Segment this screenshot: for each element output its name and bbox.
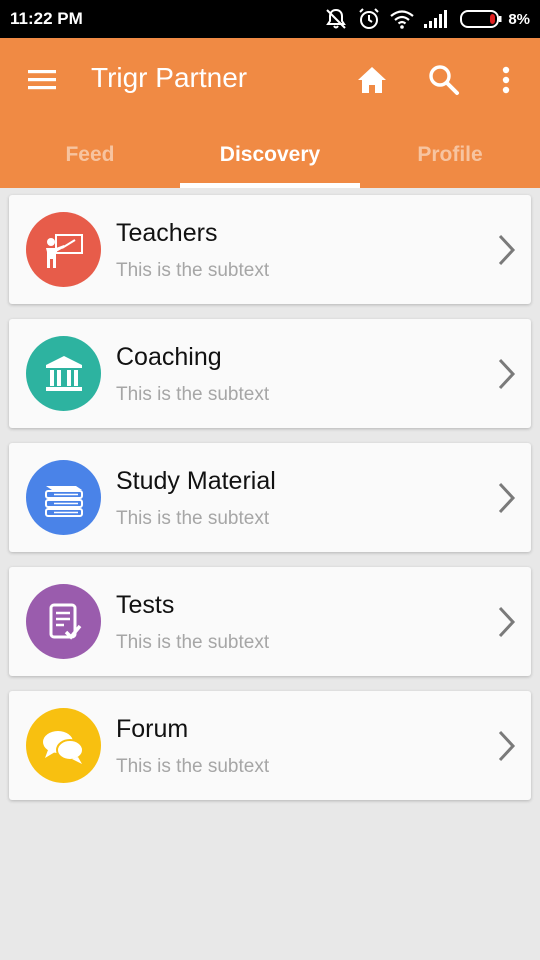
list-item-teachers[interactable]: Teachers This is the subtext <box>9 195 531 304</box>
battery-icon <box>460 10 502 28</box>
more-options-button[interactable] <box>494 62 518 98</box>
app-title: Trigr Partner <box>91 62 248 93</box>
list-item-coaching[interactable]: Coaching This is the subtext <box>9 319 531 428</box>
status-icons: 8% <box>324 6 530 32</box>
app-bar: Trigr Partner Feed Discovery Profile <box>0 38 540 188</box>
wifi-icon <box>390 9 415 29</box>
item-subtitle: This is the subtext <box>116 632 270 653</box>
menu-button[interactable] <box>26 66 58 94</box>
home-button[interactable] <box>354 62 390 98</box>
item-title: Coaching <box>116 343 222 371</box>
hamburger-menu-icon <box>28 70 56 90</box>
mute-icon <box>324 8 348 30</box>
chevron-right-icon <box>498 482 516 514</box>
books-icon <box>26 460 101 535</box>
item-title: Study Material <box>116 467 276 495</box>
tab-profile[interactable]: Profile <box>360 130 540 188</box>
chevron-right-icon <box>498 234 516 266</box>
chevron-right-icon <box>498 730 516 762</box>
item-title: Teachers <box>116 219 218 247</box>
chat-bubbles-icon <box>26 708 101 783</box>
institution-icon <box>26 336 101 411</box>
item-subtitle: This is the subtext <box>116 260 270 281</box>
chevron-right-icon <box>498 358 516 390</box>
list-item-forum[interactable]: Forum This is the subtext <box>9 691 531 800</box>
item-subtitle: This is the subtext <box>116 384 270 405</box>
search-icon <box>429 65 459 95</box>
discovery-list: Teachers This is the subtext Coaching Th… <box>9 195 531 815</box>
more-vert-icon <box>502 66 510 94</box>
search-button[interactable] <box>426 62 462 98</box>
battery-percent: 8% <box>508 10 530 28</box>
test-sheet-icon <box>26 584 101 659</box>
tab-discovery[interactable]: Discovery <box>180 130 360 188</box>
tab-feed[interactable]: Feed <box>0 130 180 188</box>
list-item-tests[interactable]: Tests This is the subtext <box>9 567 531 676</box>
teacher-board-icon <box>26 212 101 287</box>
status-bar: 11:22 PM 8% <box>0 0 540 38</box>
item-subtitle: This is the subtext <box>116 508 270 529</box>
signal-icon <box>424 10 450 28</box>
item-subtitle: This is the subtext <box>116 756 270 777</box>
alarm-icon <box>358 8 380 30</box>
list-item-study-material[interactable]: Study Material This is the subtext <box>9 443 531 552</box>
status-time: 11:22 PM <box>10 9 83 28</box>
active-tab-indicator <box>180 183 360 188</box>
home-icon <box>358 67 386 93</box>
item-title: Forum <box>116 715 189 743</box>
chevron-right-icon <box>498 606 516 638</box>
item-title: Tests <box>116 591 175 619</box>
